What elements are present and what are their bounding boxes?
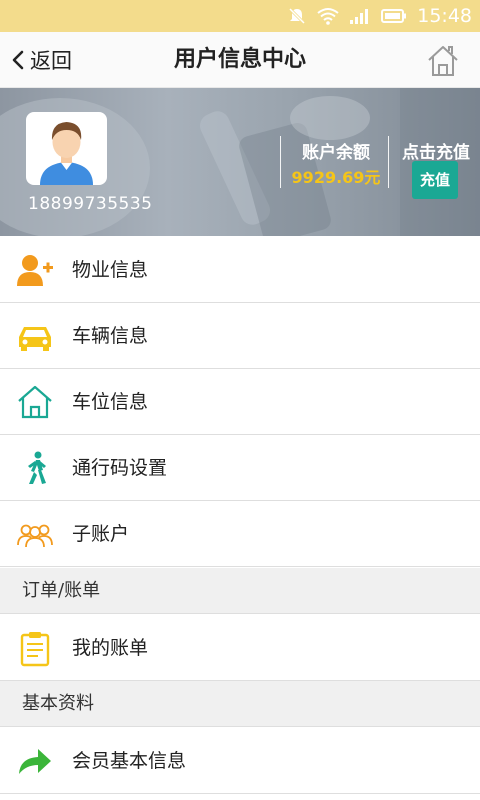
recharge-label: 点击充值 (402, 143, 470, 163)
menu-item-my-bills[interactable]: 我的账单 (0, 615, 480, 681)
status-icons: 15:48 (287, 0, 472, 32)
balance-value: 9929.69元 (291, 168, 381, 187)
menu-item-label: 我的账单 (72, 637, 149, 659)
chevron-left-icon (12, 50, 24, 70)
menu-item-label: 物业信息 (72, 259, 149, 281)
menu-item-label: 会员基本信息 (72, 750, 187, 772)
back-button[interactable]: 返回 (10, 32, 72, 88)
user-avatar-icon (40, 122, 93, 185)
battery-icon (381, 9, 407, 23)
menu-item-parking-space-info[interactable]: 车位信息 (0, 369, 480, 435)
profile-banner: 18899735535 账户余额 9929.69元 点击充值 充值 (0, 88, 480, 236)
group-users-icon (17, 524, 53, 548)
home-icon[interactable] (426, 44, 460, 78)
banner-divider (388, 136, 389, 188)
property-user-icon (17, 255, 53, 286)
menu-item-sub-account[interactable]: 子账户 (0, 501, 480, 567)
back-label: 返回 (30, 49, 72, 73)
page-title: 用户信息中心 (173, 47, 306, 72)
house-icon (18, 385, 52, 419)
banner-divider (280, 136, 281, 188)
recharge-button[interactable]: 充值 (412, 161, 458, 199)
status-time: 15:48 (417, 5, 472, 27)
section-label: 基本资料 (22, 693, 94, 714)
car-icon (19, 327, 51, 351)
walking-person-icon (28, 451, 46, 484)
menu-item-label: 车辆信息 (72, 325, 149, 347)
signal-icon (350, 9, 369, 24)
menu-item-member-basic-info[interactable]: 会员基本信息 (0, 728, 480, 794)
menu-item-label: 通行码设置 (72, 457, 168, 479)
balance-label: 账户余额 (302, 143, 370, 163)
menu-item-label: 车位信息 (72, 391, 149, 413)
status-bar: 15:48 (0, 0, 480, 32)
section-header-orders: 订单/账单 (0, 568, 480, 614)
share-arrow-icon (19, 749, 51, 774)
menu-item-property-info[interactable]: 物业信息 (0, 237, 480, 303)
avatar[interactable] (26, 112, 107, 185)
wifi-icon (317, 8, 339, 25)
navigation-bar: 返回 用户信息中心 (0, 32, 480, 88)
section-label: 订单/账单 (22, 580, 101, 601)
menu-item-label: 子账户 (72, 523, 130, 545)
section-header-basic-info: 基本资料 (0, 681, 480, 727)
phone-number: 18899735535 (28, 194, 153, 214)
notification-off-icon (289, 7, 306, 25)
menu-item-access-code-settings[interactable]: 通行码设置 (0, 435, 480, 501)
menu-item-vehicle-info[interactable]: 车辆信息 (0, 303, 480, 369)
clipboard-icon (20, 632, 50, 667)
